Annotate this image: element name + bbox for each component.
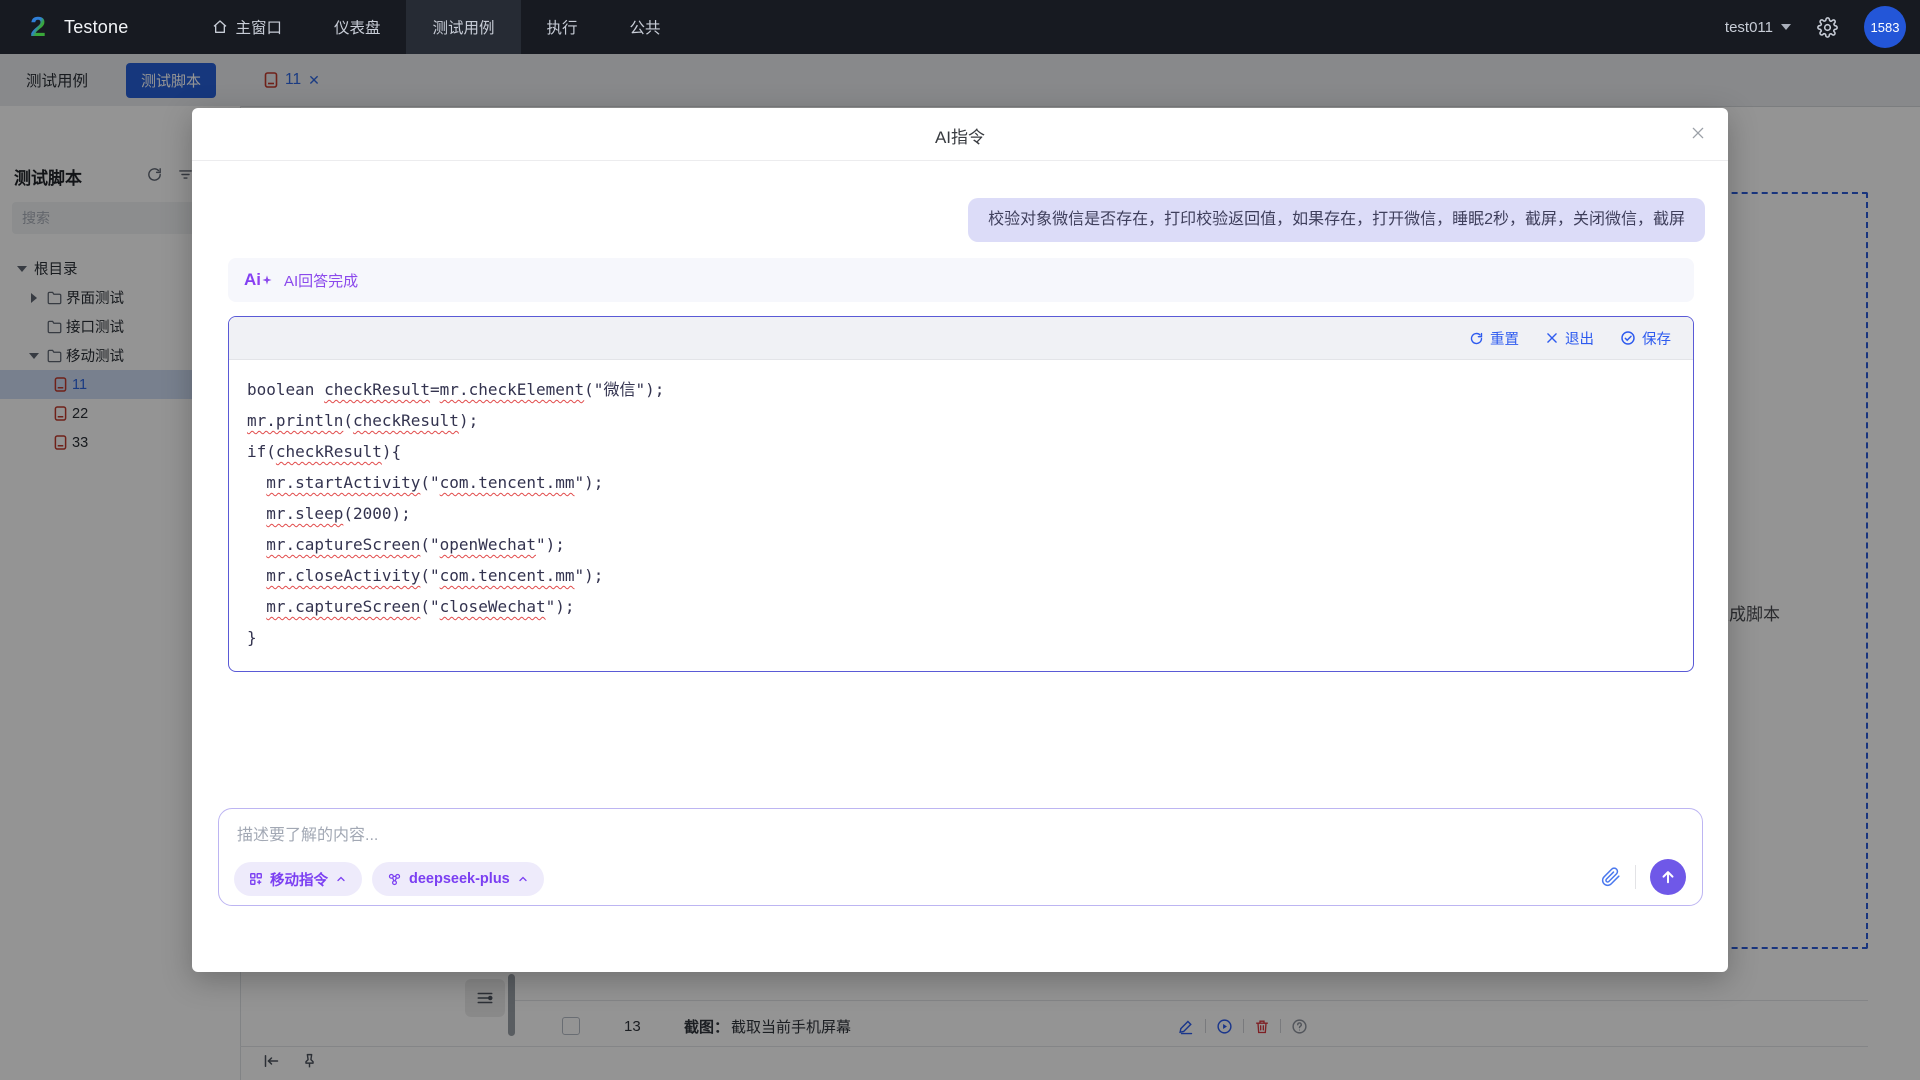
top-navbar: 2 Testone 主窗口 仪表盘 测试用例 执行 公共 test011	[0, 0, 1920, 54]
chevron-down-icon	[1781, 24, 1791, 30]
prompt-panel: 移动指令 deepseek-plus	[218, 808, 1703, 906]
close-icon[interactable]	[1690, 125, 1706, 141]
avatar[interactable]: 1583	[1864, 6, 1906, 48]
reset-button[interactable]: 重置	[1469, 328, 1519, 349]
gear-icon[interactable]	[1817, 17, 1838, 38]
nav-item-test-cases[interactable]: 测试用例	[406, 0, 520, 54]
exit-button[interactable]: 退出	[1545, 328, 1594, 349]
attachment-icon[interactable]	[1601, 867, 1621, 887]
user-menu[interactable]: test011	[1725, 19, 1791, 36]
nav-item-public[interactable]: 公共	[604, 0, 687, 54]
nav-item-execute[interactable]: 执行	[521, 0, 604, 54]
divider	[1635, 865, 1636, 889]
ai-status-text: AI回答完成	[284, 270, 358, 291]
home-icon	[212, 19, 228, 35]
save-button[interactable]: 保存	[1620, 328, 1671, 349]
generated-code-panel: 重置 退出 保存 boolean checkResult=mr.checkEle…	[228, 316, 1694, 672]
user-message-bubble: 校验对象微信是否存在，打印校验返回值，如果存在，打开微信，睡眠2秒，截屏，关闭微…	[968, 198, 1705, 242]
model-selector-chip[interactable]: deepseek-plus	[372, 862, 544, 896]
model-icon	[387, 872, 402, 887]
ai-status-row: Ai AI回答完成	[228, 258, 1694, 302]
ai-sparkle-icon: Ai	[244, 270, 272, 290]
grid-icon	[249, 872, 263, 886]
nav-item-main-window[interactable]: 主窗口	[186, 0, 308, 54]
prompt-input[interactable]	[235, 819, 1439, 853]
code-toolbar: 重置 退出 保存	[229, 317, 1693, 360]
send-button[interactable]	[1650, 859, 1686, 895]
testone-logo-icon: 2	[22, 11, 54, 43]
code-content[interactable]: boolean checkResult=mr.checkElement("微信"…	[229, 360, 1693, 667]
modal-header: AI指令	[192, 108, 1728, 161]
brand[interactable]: 2 Testone	[22, 11, 128, 43]
brand-name: Testone	[64, 17, 128, 38]
ai-command-modal: AI指令 校验对象微信是否存在，打印校验返回值，如果存在，打开微信，睡眠2秒，截…	[192, 108, 1728, 972]
mobile-command-chip[interactable]: 移动指令	[234, 862, 362, 896]
nav-item-dashboard[interactable]: 仪表盘	[308, 0, 407, 54]
chevron-up-icon	[517, 873, 529, 885]
chevron-up-icon	[335, 873, 347, 885]
modal-title: AI指令	[192, 123, 1728, 148]
username: test011	[1725, 19, 1773, 36]
